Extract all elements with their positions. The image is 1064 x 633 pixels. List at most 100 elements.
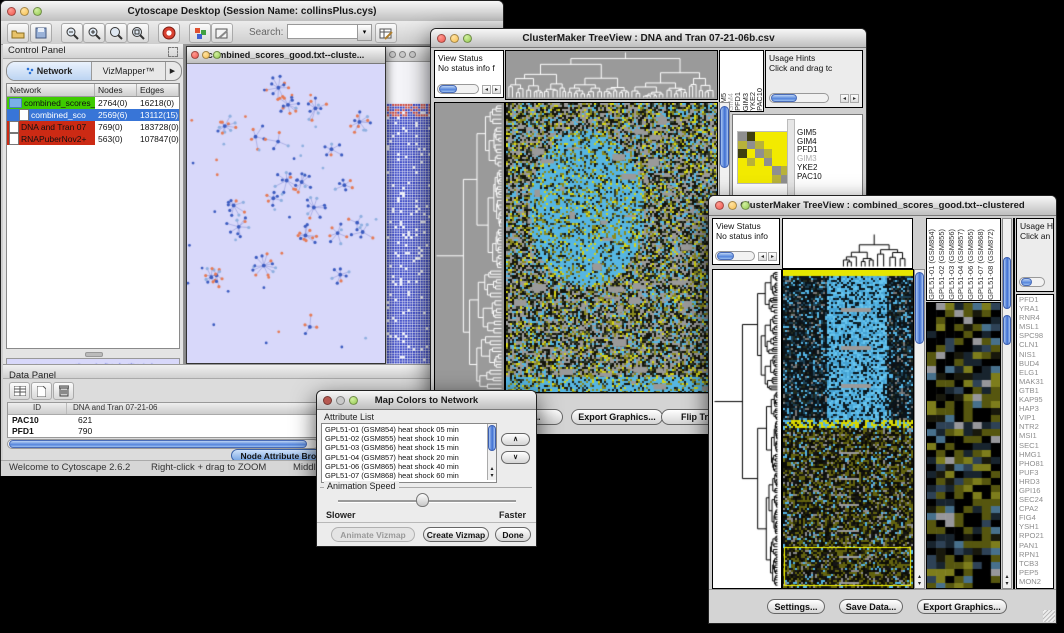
attribute-row[interactable]: PFD1 790: [8, 426, 318, 437]
resize-grip[interactable]: [1043, 610, 1055, 622]
panel-divider-handle[interactable]: [85, 352, 103, 357]
vizmapper-button[interactable]: [189, 23, 211, 43]
attribute-item[interactable]: GPL51-01 (GSM854) heat shock 05 min: [322, 425, 486, 434]
data-panel-hscrollbar[interactable]: [7, 439, 319, 449]
tv1-mini-heatmap[interactable]: [737, 131, 790, 184]
gene-label[interactable]: KAP95: [1017, 395, 1053, 404]
inactive-minimize-icon[interactable]: [399, 51, 406, 58]
treeview1-titlebar[interactable]: ClusterMaker TreeView : DNA and Tran 07-…: [431, 29, 866, 48]
save-data-button[interactable]: Save Data...: [839, 599, 903, 614]
gene-label[interactable]: FIG4: [1017, 513, 1053, 522]
gene-label[interactable]: MSI1: [1017, 431, 1053, 440]
gene-label[interactable]: PUF3: [1017, 468, 1053, 477]
tv2-row-dendrogram[interactable]: [712, 269, 782, 589]
search-dropdown-button[interactable]: ▾: [357, 24, 372, 41]
tv1-heatmap[interactable]: [505, 102, 718, 393]
tv2-zoom-heatmap[interactable]: [926, 302, 1001, 589]
gene-label[interactable]: SEC24: [1017, 495, 1053, 504]
zoom-fit-button[interactable]: [127, 23, 149, 43]
gene-label[interactable]: VIP1: [1017, 413, 1053, 422]
tv2-status-scrollbar[interactable]: [715, 251, 755, 261]
tv1-status-scrollbar[interactable]: [437, 84, 479, 94]
gene-label[interactable]: YSH1: [1017, 522, 1053, 531]
gene-label[interactable]: SPC98: [1017, 331, 1053, 340]
inactive-zoom-icon[interactable]: [409, 51, 416, 58]
close-icon[interactable]: [437, 34, 446, 43]
listbox-scrollbar[interactable]: ▴▾: [487, 424, 496, 480]
scroll-down-icon[interactable]: ▾: [1005, 581, 1008, 588]
dense-network-canvas[interactable]: [385, 102, 435, 364]
tv2-column-dendrogram[interactable]: [782, 218, 913, 269]
open-file-button[interactable]: [7, 23, 29, 43]
tv1-column-dendrogram[interactable]: [505, 50, 718, 100]
scroll-up-icon[interactable]: ▴: [1005, 574, 1008, 581]
tv2-column-labels[interactable]: GPL51-01 (GSM854)GPL51-02 (GSM855)GPL51-…: [926, 218, 1001, 301]
minimize-icon[interactable]: [336, 396, 345, 405]
annotation-button[interactable]: [211, 23, 233, 43]
help-button[interactable]: [158, 23, 180, 43]
gene-label[interactable]: GTB1: [1017, 386, 1053, 395]
scroll-down-icon[interactable]: ▾: [490, 473, 493, 480]
tv2-hints-scrollbar[interactable]: [1019, 277, 1045, 287]
treeview2-titlebar[interactable]: ClusterMaker TreeView : combined_scores_…: [709, 196, 1056, 216]
gene-label[interactable]: PAN1: [1017, 541, 1053, 550]
network-row[interactable]: DNA and Tran 07 769(0) 183728(0): [7, 121, 179, 133]
attribute-item[interactable]: GPL51-04 (GSM857) heat shock 20 min: [322, 453, 486, 462]
zoom-selected-button[interactable]: [105, 23, 127, 43]
tv1-hints-scrollbar[interactable]: [769, 93, 829, 103]
scroll-right-icon[interactable]: ▸: [768, 252, 777, 261]
attribute-listbox[interactable]: GPL51-01 (GSM854) heat shock 05 minGPL51…: [321, 423, 497, 483]
gene-label[interactable]: TCB3: [1017, 559, 1053, 568]
column-label[interactable]: GPL51-07 (GSM868): [976, 229, 986, 300]
zoom-window-icon[interactable]: [741, 201, 750, 210]
gene-label[interactable]: CPA2: [1017, 504, 1053, 513]
frame-minimize-icon[interactable]: [202, 51, 210, 59]
column-label[interactable]: GPL51-04 (GSM857): [956, 229, 966, 300]
zoom-in-button[interactable]: [83, 23, 105, 43]
gene-label[interactable]: MSL1: [1017, 322, 1053, 331]
tv2-right-scrollbar[interactable]: ▴▾: [1002, 218, 1012, 589]
network-row[interactable]: RNAPuberNov2+ 563(0) 107847(0): [7, 133, 179, 145]
zoom-out-button[interactable]: [61, 23, 83, 43]
close-icon[interactable]: [715, 201, 724, 210]
close-icon[interactable]: [7, 7, 16, 16]
attribute-item[interactable]: GPL51-02 (GSM855) heat shock 10 min: [322, 434, 486, 443]
gene-label[interactable]: MON2: [1017, 577, 1053, 586]
new-attribute-button[interactable]: [31, 382, 52, 400]
scroll-down-icon[interactable]: ▾: [918, 581, 921, 588]
network-row[interactable]: combined_sco 2569(6) 13112(15): [7, 109, 179, 121]
tv2-gene-list[interactable]: PFD1YRA1RNR4MSL1SPC98CLN1NIS1BUD4ELG1MAK…: [1016, 294, 1054, 589]
gene-label[interactable]: NIS1: [1017, 350, 1053, 359]
animate-vizmap-button[interactable]: Animate Vizmap: [331, 527, 415, 542]
gene-label[interactable]: ELG1: [1017, 368, 1053, 377]
export-graphics-button[interactable]: Export Graphics...: [571, 409, 663, 425]
main-titlebar[interactable]: Cytoscape Desktop (Session Name: collins…: [1, 1, 503, 22]
close-icon[interactable]: [323, 396, 332, 405]
done-button[interactable]: Done: [495, 527, 531, 542]
gene-label[interactable]: PFD1: [1017, 295, 1053, 304]
export-graphics-button[interactable]: Export Graphics...: [917, 599, 1007, 614]
scroll-right-icon[interactable]: ▸: [492, 85, 501, 94]
scroll-left-icon[interactable]: ◂: [840, 94, 849, 103]
minimize-icon[interactable]: [20, 7, 29, 16]
tv2-global-heatmap[interactable]: [782, 269, 914, 589]
column-label[interactable]: GPL51-06 (GSM865): [966, 229, 976, 300]
tab-vizmapper[interactable]: VizMapper™: [91, 62, 165, 80]
zoom-window-icon[interactable]: [33, 7, 42, 16]
move-down-button[interactable]: ∨: [501, 451, 530, 464]
frame-zoom-icon[interactable]: [213, 51, 221, 59]
row-label[interactable]: PAC10: [797, 173, 822, 182]
gene-label[interactable]: RNR4: [1017, 313, 1053, 322]
gene-label[interactable]: HAP3: [1017, 404, 1053, 413]
scroll-up-icon[interactable]: ▴: [490, 466, 493, 473]
inactive-close-icon[interactable]: [389, 51, 396, 58]
attribute-editor-button[interactable]: [375, 23, 397, 43]
move-up-button[interactable]: ∧: [501, 433, 530, 446]
network-view-canvas[interactable]: [187, 64, 383, 362]
zoom-window-icon[interactable]: [349, 396, 358, 405]
gene-label[interactable]: SEC1: [1017, 441, 1053, 450]
network-row[interactable]: combined_scores_ 2764(0) 16218(0): [7, 97, 179, 109]
create-vizmap-button[interactable]: Create Vizmap: [423, 527, 489, 542]
speed-slider-thumb[interactable]: [416, 493, 429, 507]
float-panel-icon[interactable]: [168, 47, 178, 57]
